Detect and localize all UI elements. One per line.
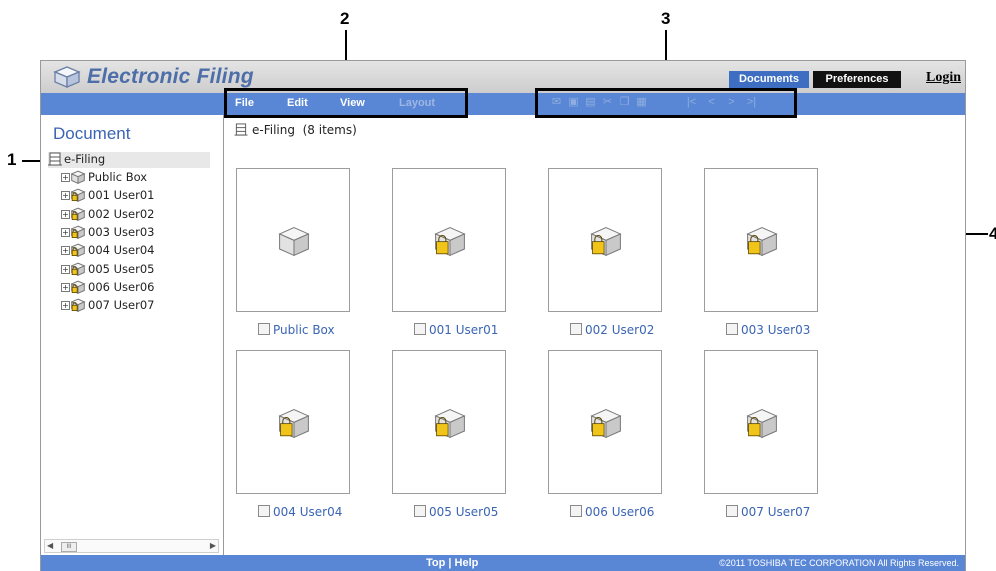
login-link[interactable]: Login bbox=[926, 70, 961, 86]
box-caption: 007 User07 bbox=[726, 505, 810, 519]
footer-bar: Top | Help ©2011 TOSHIBA TEC CORPORATION… bbox=[41, 555, 965, 571]
box-checkbox[interactable] bbox=[258, 323, 270, 335]
tree-item-label: 007 User07 bbox=[88, 298, 155, 313]
box-card[interactable] bbox=[548, 168, 662, 312]
locked-box-icon bbox=[71, 243, 86, 258]
box-checkbox[interactable] bbox=[726, 323, 738, 335]
box-checkbox[interactable] bbox=[414, 505, 426, 517]
tree-item-label: 005 User05 bbox=[88, 261, 155, 276]
box-card[interactable] bbox=[704, 168, 818, 312]
box-label[interactable]: 004 User04 bbox=[273, 505, 342, 519]
box-label[interactable]: 002 User02 bbox=[585, 323, 654, 337]
scroll-right-icon[interactable]: ▶ bbox=[210, 540, 216, 552]
box-checkbox[interactable] bbox=[726, 505, 738, 517]
box-label[interactable]: Public Box bbox=[273, 323, 335, 337]
locked-box-icon bbox=[71, 207, 86, 221]
expand-icon[interactable]: + bbox=[61, 191, 70, 201]
locked-box-icon bbox=[590, 409, 622, 439]
locked-box-icon bbox=[434, 409, 466, 439]
tree-root-label: e-Filing bbox=[64, 152, 106, 166]
locked-box-icon bbox=[746, 227, 778, 257]
app-title: Electronic Filing bbox=[87, 65, 254, 88]
sidebar-heading: Document bbox=[53, 124, 131, 143]
box-label[interactable]: 001 User01 bbox=[429, 323, 498, 337]
locked-box-icon bbox=[746, 409, 778, 439]
item-count: (8 items) bbox=[302, 123, 357, 137]
callout-3: 3 bbox=[661, 9, 671, 28]
box-checkbox[interactable] bbox=[570, 505, 582, 517]
location-name: e-Filing bbox=[252, 123, 295, 137]
tree-item-label: 006 User06 bbox=[88, 279, 155, 294]
box-card[interactable] bbox=[548, 350, 662, 494]
box-icon bbox=[278, 227, 310, 257]
locked-box-icon bbox=[434, 227, 466, 257]
callout-1: 1 bbox=[7, 150, 17, 169]
expand-icon[interactable]: + bbox=[61, 227, 70, 237]
electronic-filing-window: Electronic Filing Documents Preferences … bbox=[40, 60, 966, 571]
box-caption: 005 User05 bbox=[414, 505, 498, 519]
locked-box-icon bbox=[71, 262, 86, 276]
expand-icon[interactable]: + bbox=[61, 282, 70, 292]
locked-box-icon bbox=[71, 280, 86, 294]
expand-icon[interactable]: + bbox=[61, 301, 70, 311]
expand-icon[interactable]: + bbox=[61, 173, 70, 182]
locked-box-icon bbox=[71, 225, 86, 239]
box-checkbox[interactable] bbox=[414, 323, 426, 335]
box-card[interactable] bbox=[704, 350, 818, 494]
tree-item-label: Public Box bbox=[88, 170, 148, 184]
main-content: e-Filing (8 items) Public Box 001 User01 0… bbox=[224, 115, 965, 555]
scroll-thumb[interactable]: III bbox=[61, 542, 77, 552]
box-card[interactable] bbox=[236, 350, 350, 494]
box-caption: 006 User06 bbox=[570, 505, 654, 519]
box-caption: 003 User03 bbox=[726, 323, 810, 337]
expand-icon[interactable]: + bbox=[61, 209, 70, 219]
title-bar: Electronic Filing Documents Preferences … bbox=[41, 61, 965, 93]
cabinet-icon bbox=[48, 152, 62, 166]
box-caption: 002 User02 bbox=[570, 323, 654, 337]
menu-bar: File Edit View Layout ✉ ▣ ▤ ✂ ❐ ▦ |< < >… bbox=[41, 93, 965, 115]
expand-icon[interactable]: + bbox=[61, 246, 70, 256]
tree-item-label: 004 User04 bbox=[88, 243, 155, 258]
box-label[interactable]: 007 User07 bbox=[741, 505, 810, 519]
tab-preferences[interactable]: Preferences bbox=[813, 71, 901, 88]
box-label[interactable]: 006 User06 bbox=[585, 505, 654, 519]
tree-item-label: 002 User02 bbox=[88, 206, 155, 221]
callout-4: 4 bbox=[989, 224, 996, 243]
box-caption: Public Box bbox=[258, 323, 335, 337]
box-logo-icon bbox=[53, 66, 81, 88]
locked-box-icon bbox=[278, 409, 310, 439]
box-card[interactable] bbox=[392, 168, 506, 312]
callout-2-box bbox=[224, 88, 468, 118]
tree-item-label: 003 User03 bbox=[88, 224, 155, 239]
scroll-left-icon[interactable]: ◀ bbox=[47, 540, 53, 552]
sidebar-horizontal-scrollbar[interactable]: ◀ III ▶ bbox=[44, 539, 219, 553]
box-icon bbox=[71, 170, 86, 184]
top-link[interactable]: Top bbox=[426, 557, 445, 569]
box-label[interactable]: 005 User05 bbox=[429, 505, 498, 519]
help-link[interactable]: Help bbox=[455, 557, 479, 569]
tree-item-label: 001 User01 bbox=[88, 188, 155, 203]
expand-icon[interactable]: + bbox=[61, 264, 70, 274]
box-card[interactable] bbox=[392, 350, 506, 494]
box-checkbox[interactable] bbox=[258, 505, 270, 517]
callout-2: 2 bbox=[340, 9, 350, 28]
locked-box-icon bbox=[71, 298, 86, 313]
location-path: e-Filing (8 items) bbox=[234, 123, 357, 137]
box-caption: 004 User04 bbox=[258, 505, 342, 519]
footer-separator: | bbox=[445, 557, 455, 569]
tab-documents[interactable]: Documents bbox=[729, 71, 809, 88]
box-card[interactable] bbox=[236, 168, 350, 312]
box-caption: 001 User01 bbox=[414, 323, 498, 337]
navigation-sidebar: Document e-Filing + Public Box +001 User01… bbox=[41, 115, 224, 555]
box-label[interactable]: 003 User03 bbox=[741, 323, 810, 337]
box-checkbox[interactable] bbox=[570, 323, 582, 335]
callout-3-box bbox=[535, 88, 797, 118]
copyright-text: ©2011 TOSHIBA TEC CORPORATION All Rights… bbox=[719, 558, 959, 568]
locked-box-icon bbox=[590, 227, 622, 257]
locked-box-icon bbox=[71, 188, 86, 203]
cabinet-icon bbox=[234, 123, 248, 136]
